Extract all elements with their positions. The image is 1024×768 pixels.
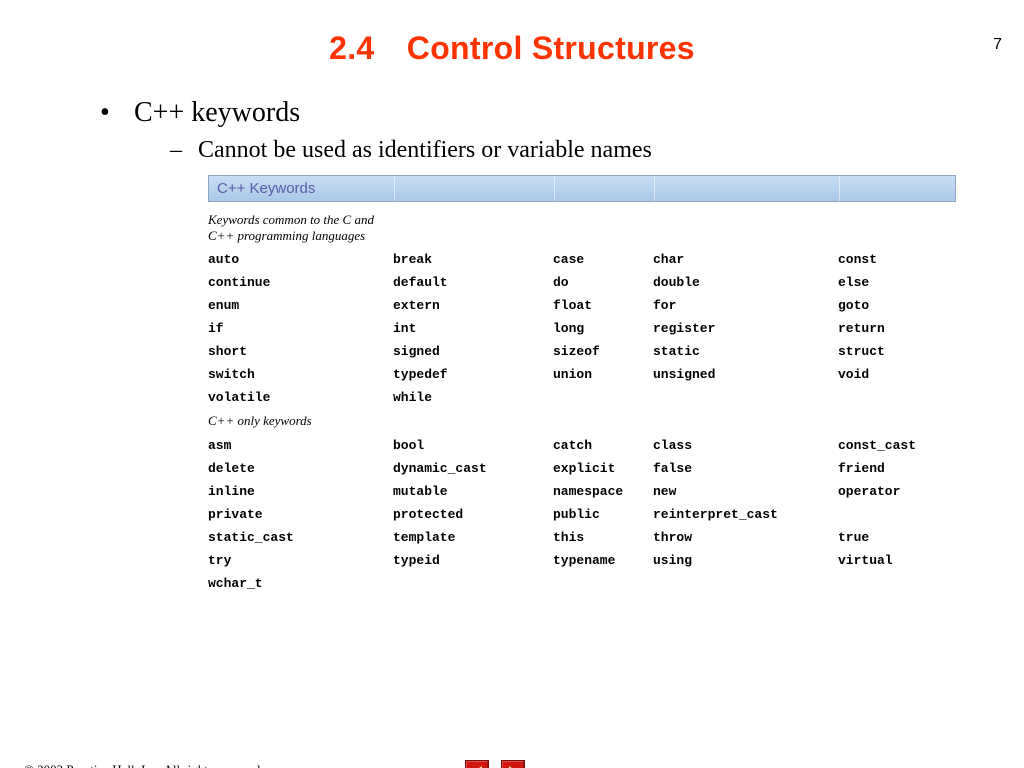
keyword-cell: int bbox=[393, 321, 553, 336]
page-number: 7 bbox=[993, 36, 1002, 54]
keyword-cell: struct bbox=[838, 344, 956, 359]
keyword-cell: this bbox=[553, 530, 653, 545]
keyword-cell: auto bbox=[208, 252, 393, 267]
keyword-cell: using bbox=[653, 553, 838, 568]
keyword-cell bbox=[838, 390, 956, 405]
keyword-cell: operator bbox=[838, 484, 956, 499]
keyword-cell: true bbox=[838, 530, 956, 545]
keyword-cell: protected bbox=[393, 507, 553, 522]
keyword-cell: sizeof bbox=[553, 344, 653, 359]
keyword-cell bbox=[653, 390, 838, 405]
keyword-cell: new bbox=[653, 484, 838, 499]
keyword-cell: typename bbox=[553, 553, 653, 568]
keyword-cell: enum bbox=[208, 298, 393, 313]
sub-bullet-item: – Cannot be used as identifiers or varia… bbox=[170, 137, 964, 165]
keyword-cell: default bbox=[393, 275, 553, 290]
keyword-cell: const bbox=[838, 252, 956, 267]
keyword-cell: continue bbox=[208, 275, 393, 290]
keyword-cell: typedef bbox=[393, 367, 553, 382]
keyword-cell: char bbox=[653, 252, 838, 267]
keyword-cell: goto bbox=[838, 298, 956, 313]
slide-content: • C++ keywords – Cannot be used as ident… bbox=[60, 97, 964, 591]
keyword-cell: private bbox=[208, 507, 393, 522]
keyword-cell bbox=[393, 576, 553, 591]
table-header-dividers bbox=[209, 176, 955, 201]
keyword-cell: void bbox=[838, 367, 956, 382]
keywords-table: C++ Keywords Keywords common to the C an… bbox=[208, 175, 956, 591]
keyword-cell: const_cast bbox=[838, 438, 956, 453]
keyword-cell: inline bbox=[208, 484, 393, 499]
keyword-cell: unsigned bbox=[653, 367, 838, 382]
keyword-cell: throw bbox=[653, 530, 838, 545]
keyword-cell: while bbox=[393, 390, 553, 405]
keyword-cell: long bbox=[553, 321, 653, 336]
bullet-dot: • bbox=[100, 97, 134, 129]
keyword-cell: namespace bbox=[553, 484, 653, 499]
keyword-cell: extern bbox=[393, 298, 553, 313]
keyword-cell: do bbox=[553, 275, 653, 290]
keyword-cell: typeid bbox=[393, 553, 553, 568]
keyword-cell: bool bbox=[393, 438, 553, 453]
keyword-cell: virtual bbox=[838, 553, 956, 568]
bullet-item: • C++ keywords bbox=[100, 97, 964, 129]
keyword-cell: if bbox=[208, 321, 393, 336]
keyword-cell: switch bbox=[208, 367, 393, 382]
keyword-cell: case bbox=[553, 252, 653, 267]
keyword-cell: break bbox=[393, 252, 553, 267]
keyword-cell: dynamic_cast bbox=[393, 461, 553, 476]
keyword-cell: reinterpret_cast bbox=[653, 507, 838, 522]
keyword-cell: volatile bbox=[208, 390, 393, 405]
keyword-cell: friend bbox=[838, 461, 956, 476]
keyword-cell: return bbox=[838, 321, 956, 336]
next-slide-button[interactable] bbox=[501, 760, 525, 768]
keyword-cell: mutable bbox=[393, 484, 553, 499]
bullet-text: C++ keywords bbox=[134, 97, 300, 129]
keyword-cell: false bbox=[653, 461, 838, 476]
section-note: Keywords common to the C and C++ program… bbox=[208, 212, 393, 245]
keyword-cell bbox=[838, 576, 956, 591]
copyright-footer: © 2003 Prentice Hall, Inc. All rights re… bbox=[24, 762, 263, 768]
keyword-cell: static_cast bbox=[208, 530, 393, 545]
keyword-cell: double bbox=[653, 275, 838, 290]
keyword-cell: explicit bbox=[553, 461, 653, 476]
keyword-cell: float bbox=[553, 298, 653, 313]
keyword-cell bbox=[553, 576, 653, 591]
keyword-cell: asm bbox=[208, 438, 393, 453]
sub-bullet-text: Cannot be used as identifiers or variabl… bbox=[198, 137, 652, 165]
keyword-cell: register bbox=[653, 321, 838, 336]
keyword-cell: template bbox=[393, 530, 553, 545]
keyword-cell bbox=[838, 507, 956, 522]
keyword-cell: union bbox=[553, 367, 653, 382]
keyword-cell: else bbox=[838, 275, 956, 290]
keyword-cell: static bbox=[653, 344, 838, 359]
keyword-cell: short bbox=[208, 344, 393, 359]
section-note: C++ only keywords bbox=[208, 413, 393, 429]
bullet-dash: – bbox=[170, 137, 198, 165]
keyword-cell: class bbox=[653, 438, 838, 453]
table-header-text: C++ Keywords bbox=[217, 180, 315, 197]
slide-title: 2.4 Control Structures bbox=[0, 30, 1024, 67]
keywords-grid: Keywords common to the C and C++ program… bbox=[208, 212, 956, 591]
keyword-cell: try bbox=[208, 553, 393, 568]
table-header: C++ Keywords bbox=[208, 175, 956, 202]
keyword-cell: for bbox=[653, 298, 838, 313]
keyword-cell: catch bbox=[553, 438, 653, 453]
keyword-cell bbox=[653, 576, 838, 591]
prev-slide-button[interactable] bbox=[465, 760, 489, 768]
nav-buttons bbox=[465, 760, 525, 768]
keyword-cell: delete bbox=[208, 461, 393, 476]
keyword-cell bbox=[553, 390, 653, 405]
keyword-cell: wchar_t bbox=[208, 576, 393, 591]
keyword-cell: public bbox=[553, 507, 653, 522]
keyword-cell: signed bbox=[393, 344, 553, 359]
